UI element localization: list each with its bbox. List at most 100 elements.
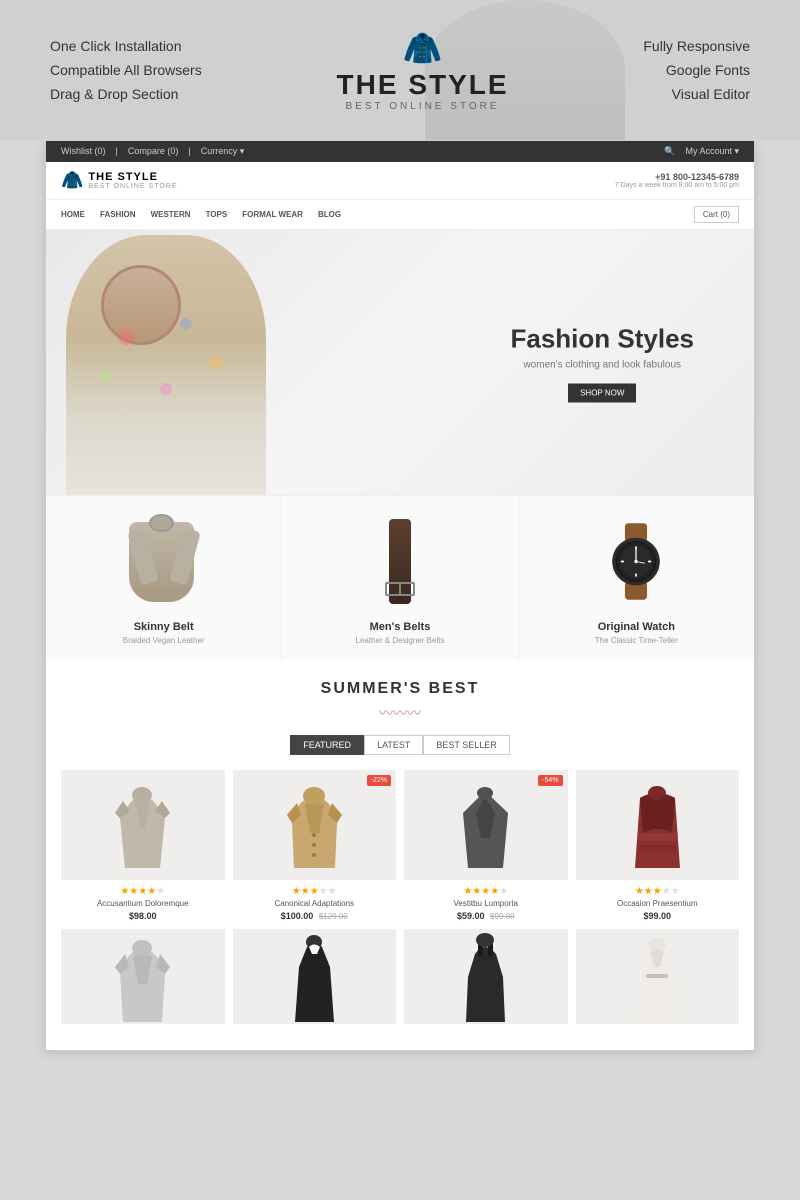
- topbar-divider: |: [116, 146, 118, 157]
- account-dropdown[interactable]: My Account ▾: [685, 146, 739, 157]
- mens-belts-name: Men's Belts: [292, 621, 507, 633]
- product-wrap-svg: [630, 783, 685, 868]
- nav-blog[interactable]: BLOG: [318, 210, 341, 219]
- tab-latest[interactable]: LATEST: [364, 735, 423, 755]
- nav-links: HOME FASHION WESTERN TOPS FORMAL WEAR BL…: [61, 210, 341, 219]
- product-3-stars: ★★★★★: [404, 886, 568, 897]
- filter-tabs: FEATURED LATEST BEST SELLER: [61, 735, 739, 755]
- topbar-left: Wishlist (0) | Compare (0) | Currency ▾: [61, 146, 244, 157]
- product-dress2-svg: [463, 932, 508, 1022]
- watch-image: [529, 511, 744, 611]
- product-2-name: Canonical Adaptations: [233, 899, 397, 908]
- coat-icon: 🧥: [403, 29, 443, 67]
- products-grid-2: [61, 929, 739, 1030]
- product-image-1: [61, 770, 225, 880]
- topbar-right: 🔍 My Account ▾: [664, 146, 739, 157]
- nav-formal-wear[interactable]: FORMAL WEAR: [242, 210, 303, 219]
- product-image-4: [576, 770, 740, 880]
- product-card-1[interactable]: ★★★★★ Accusantium Doloremque $98.00: [61, 770, 225, 921]
- jacket-shape: [129, 514, 199, 609]
- product-1-name: Accusantium Doloremque: [61, 899, 225, 908]
- nav-tops[interactable]: TOPS: [206, 210, 228, 219]
- discount-badge-2: -22%: [367, 775, 391, 786]
- store-logo: 🧥 THE STYLE BEST ONLINE STORE: [61, 170, 178, 191]
- watch-svg: [601, 519, 671, 604]
- skinny-belt-desc: Braided Vegan Leather: [56, 636, 271, 645]
- product-card-4[interactable]: ★★★★★ Occasion Praesentium $99.00: [576, 770, 740, 921]
- search-icon[interactable]: 🔍: [664, 146, 675, 157]
- currency-dropdown[interactable]: Currency ▾: [201, 146, 245, 157]
- product-card-5[interactable]: [61, 929, 225, 1030]
- product-card-3[interactable]: -54% ★★★★★ Vestitbu Lumporta $59.00 $99.…: [404, 770, 568, 921]
- product-dress1-svg: [292, 932, 337, 1022]
- belt-shape: [375, 514, 425, 609]
- banner-features-left: One Click Installation Compatible All Br…: [50, 38, 202, 102]
- product-poncho-svg: [458, 783, 513, 868]
- hero-subtitle: women's clothing and look fabulous: [511, 359, 695, 370]
- hero-model-area: [46, 230, 326, 495]
- shop-now-button[interactable]: SHOP NOW: [568, 383, 636, 402]
- feature-drag-drop: Drag & Drop Section: [50, 86, 202, 102]
- top-banner: One Click Installation Compatible All Br…: [0, 0, 800, 140]
- store-mockup: Wishlist (0) | Compare (0) | Currency ▾ …: [45, 140, 755, 1051]
- product-image-2: -22%: [233, 770, 397, 880]
- compare-link[interactable]: Compare (0): [128, 146, 179, 157]
- skinny-belt-name: Skinny Belt: [56, 621, 271, 633]
- category-original-watch[interactable]: Original Watch The Classic Time-Teller: [519, 496, 754, 660]
- hero-title: Fashion Styles: [511, 323, 695, 354]
- category-mens-belts[interactable]: Men's Belts Leather & Designer Belts: [282, 496, 518, 660]
- tab-best-seller[interactable]: BEST SELLER: [423, 735, 509, 755]
- store-header: 🧥 THE STYLE BEST ONLINE STORE +91 800-12…: [46, 162, 754, 200]
- cart-button[interactable]: Cart (0): [694, 206, 739, 223]
- tab-featured[interactable]: FEATURED: [290, 735, 364, 755]
- mens-belt-image: [292, 511, 507, 611]
- product-2-price: $100.00 $129.00: [233, 911, 397, 921]
- product-3-price: $59.00 $99.00: [404, 911, 568, 921]
- product-card-6[interactable]: [233, 929, 397, 1030]
- feature-visual-editor: Visual Editor: [643, 86, 750, 102]
- product-dress3-svg: [632, 932, 682, 1022]
- feature-fonts: Google Fonts: [643, 62, 750, 78]
- feature-responsive: Fully Responsive: [643, 38, 750, 54]
- store-contact: +91 800-12345-6789 7 Days a week from 9:…: [615, 172, 739, 189]
- product-image-5: [61, 929, 225, 1024]
- store-name: THE STYLE: [88, 171, 177, 183]
- product-card-7[interactable]: [404, 929, 568, 1030]
- summers-best-title: SUMMER'S BEST: [61, 680, 739, 698]
- brand-sub: BEST ONLINE STORE: [346, 101, 500, 112]
- product-3-name: Vestitbu Lumporta: [404, 899, 568, 908]
- product-4-name: Occasion Praesentium: [576, 899, 740, 908]
- section-divider: 〰〰〰: [61, 703, 739, 723]
- banner-center-logo: 🧥 THE STYLE BEST ONLINE STORE: [337, 29, 509, 112]
- nav-home[interactable]: HOME: [61, 210, 85, 219]
- summers-best-section: SUMMER'S BEST 〰〰〰 FEATURED LATEST BEST S…: [46, 660, 754, 1050]
- product-image-6: [233, 929, 397, 1024]
- category-skinny-belt[interactable]: Skinny Belt Braided Vegan Leather: [46, 496, 282, 660]
- products-grid: ★★★★★ Accusantium Doloremque $98.00 -22%: [61, 770, 739, 921]
- nav-western[interactable]: WESTERN: [151, 210, 191, 219]
- category-row: Skinny Belt Braided Vegan Leather Men's …: [46, 495, 754, 660]
- banner-features-right: Fully Responsive Google Fonts Visual Edi…: [643, 38, 750, 102]
- product-jacket-1-svg: [115, 783, 170, 868]
- store-coat-icon: 🧥: [61, 170, 83, 191]
- product-image-8: [576, 929, 740, 1024]
- product-image-3: -54%: [404, 770, 568, 880]
- product-coat-svg: [287, 783, 342, 868]
- product-image-7: [404, 929, 568, 1024]
- hero-banner: Fashion Styles women's clothing and look…: [46, 230, 754, 495]
- original-watch-name: Original Watch: [529, 621, 744, 633]
- product-card-8[interactable]: [576, 929, 740, 1030]
- topbar-divider2: |: [188, 146, 190, 157]
- store-nav: HOME FASHION WESTERN TOPS FORMAL WEAR BL…: [46, 200, 754, 230]
- product-4-stars: ★★★★★: [576, 886, 740, 897]
- product-4-price: $99.00: [576, 911, 740, 921]
- feature-one-click: One Click Installation: [50, 38, 202, 54]
- store-logo-text: THE STYLE BEST ONLINE STORE: [88, 171, 177, 190]
- nav-fashion[interactable]: FASHION: [100, 210, 136, 219]
- product-card-2[interactable]: -22% ★★★★★ Canonical Adapta: [233, 770, 397, 921]
- feature-compatible: Compatible All Browsers: [50, 62, 202, 78]
- product-2-stars: ★★★★★: [233, 886, 397, 897]
- skinny-belt-image: [56, 511, 271, 611]
- product-1-stars: ★★★★★: [61, 886, 225, 897]
- wishlist-link[interactable]: Wishlist (0): [61, 146, 106, 157]
